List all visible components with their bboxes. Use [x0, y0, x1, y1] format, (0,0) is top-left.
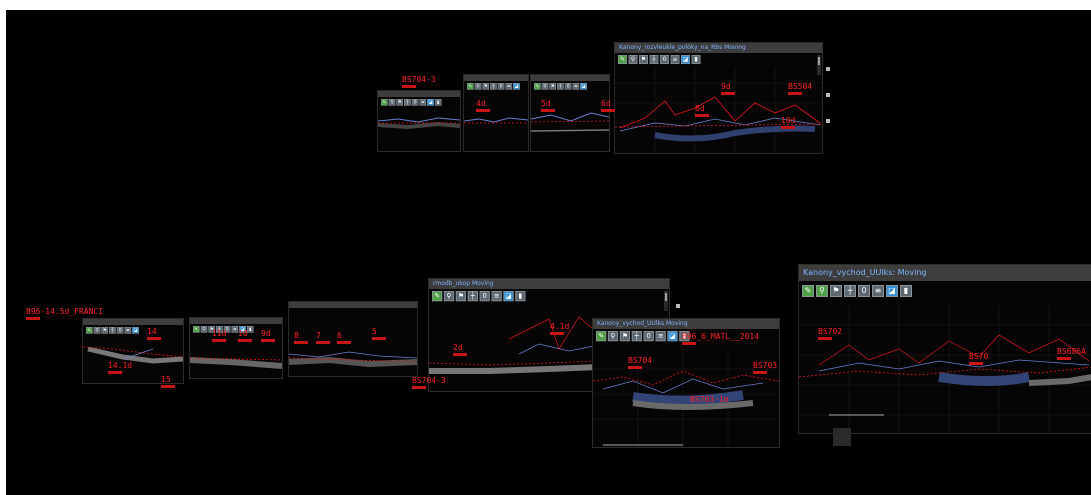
station-label[interactable]: 9d: [261, 330, 275, 342]
station-label[interactable]: 15: [161, 376, 175, 388]
station-label[interactable]: BS703-1m: [690, 396, 729, 404]
station-label[interactable]: 5d: [541, 100, 555, 112]
station-label[interactable]: BS704: [628, 357, 652, 369]
panel-bottom-2[interactable]: ✎ ⚲ ⚑ ┼ 0 ≡ ◪ ▮: [189, 317, 283, 379]
station-label[interactable]: B96_6_MATL__2014: [682, 333, 759, 345]
station-label[interactable]: BS703: [753, 362, 777, 374]
side-handle[interactable]: [826, 119, 830, 123]
profile-plot: [531, 112, 609, 132]
side-handle[interactable]: [826, 67, 830, 71]
station-label[interactable]: 8d: [695, 105, 709, 117]
profile-plot: [464, 117, 528, 124]
station-label[interactable]: B96-14.5d_FRANCI: [26, 308, 103, 320]
panel-far-right[interactable]: Kanony_vychod_UUlks: Moving ✎ ⚲ ⚑ ┼ 0 ≡ …: [798, 264, 1091, 434]
station-label[interactable]: BS704-3: [412, 377, 446, 389]
panel-top-3[interactable]: ✎ ⚲ ⚑ ┼ 0 ≡ ◪: [530, 74, 610, 152]
panel-scrollbar[interactable]: [664, 291, 668, 311]
station-label[interactable]: 8: [294, 332, 308, 344]
station-label[interactable]: 14.1d: [108, 362, 132, 374]
profile-plot: [289, 351, 417, 368]
station-label[interactable]: 6d: [601, 100, 615, 112]
station-label[interactable]: 4.1d: [550, 323, 569, 335]
profile-plot: [615, 68, 822, 153]
station-label[interactable]: 6: [337, 332, 351, 344]
panel-top-1[interactable]: ✎ ⚲ ⚑ ┼ 0 ≡ ◪ ▮: [377, 90, 461, 152]
station-label[interactable]: BS70: [969, 353, 988, 365]
profile-plot: [378, 117, 460, 130]
station-label[interactable]: 5: [372, 328, 386, 340]
station-label[interactable]: 14: [147, 328, 161, 340]
panel-top-2[interactable]: ✎ ⚲ ⚑ ┼ 0 ≡ ◪: [463, 74, 529, 152]
station-label[interactable]: BS704-3: [402, 76, 436, 88]
station-label[interactable]: 11d: [212, 330, 226, 342]
panel-top-main[interactable]: Kanony_rozvleukle_polóky_na_Rbs Moving ✎…: [614, 42, 823, 154]
nav-block[interactable]: [833, 428, 851, 446]
station-label[interactable]: 7: [316, 332, 330, 344]
side-handle[interactable]: [826, 93, 830, 97]
panel-scrollbar[interactable]: [817, 55, 821, 75]
station-label[interactable]: 10d: [781, 117, 795, 129]
profile-plot: [83, 346, 183, 364]
station-label[interactable]: 10: [238, 330, 252, 342]
station-label[interactable]: BS702: [818, 328, 842, 340]
profile-plot: [799, 305, 1091, 433]
station-label[interactable]: 9d: [721, 83, 735, 95]
station-label[interactable]: BS504: [788, 83, 812, 95]
station-label[interactable]: BS686A: [1057, 348, 1086, 360]
profile-plot: [190, 357, 282, 369]
station-label[interactable]: 2d: [453, 344, 467, 356]
viewport-3d[interactable]: ✎ ⚲ ⚑ ┼ 0 ≡ ◪ ▮ ✎ ⚲ ⚑ ┼ 0 ≡ ◪ ✎ ⚲ ⚑ ┼ 0 …: [6, 10, 1091, 495]
side-handle[interactable]: [676, 304, 680, 308]
station-label[interactable]: 4d: [476, 100, 490, 112]
